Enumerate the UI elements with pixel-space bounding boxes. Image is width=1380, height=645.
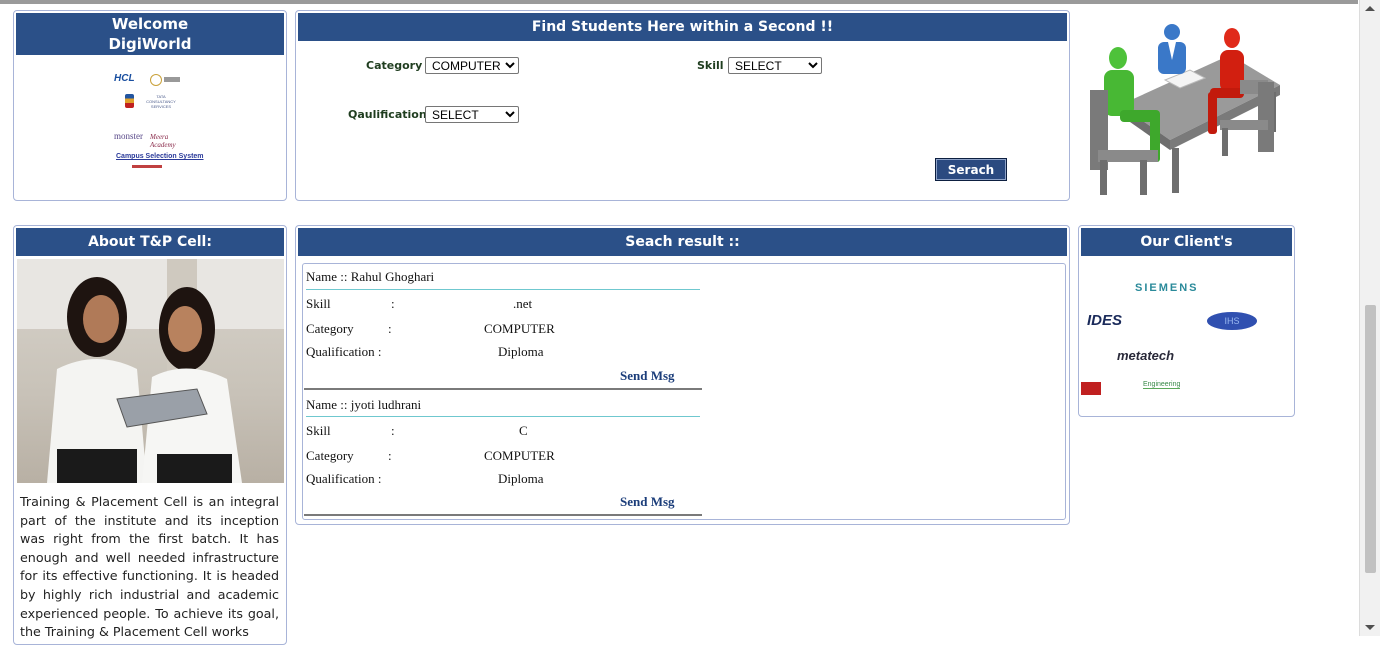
result-separator: [304, 388, 702, 390]
scroll-down-icon[interactable]: [1365, 625, 1375, 630]
welcome-title: Welcome: [111, 15, 189, 33]
engineering-logo: Engineering: [1143, 381, 1181, 389]
welcome-header: Welcome DigiWorld: [16, 13, 284, 55]
qualification-label: Qualification :: [306, 344, 382, 359]
search-panel: Find Students Here within a Second !! Ca…: [295, 10, 1070, 201]
about-photo: [17, 259, 284, 483]
meeting-illustration-svg: [1090, 24, 1280, 195]
results-panel: Seach result :: Name :: Rahul Ghoghari S…: [295, 225, 1070, 525]
small-logo-icon: [164, 77, 180, 82]
campus-selection-logo: Campus Selection System: [116, 153, 204, 160]
category-label: Category :: [366, 59, 431, 72]
result-card: Name :: Rahul Ghoghari Skill : .net Cate…: [304, 269, 702, 392]
meera-academy-logo: Meera Academy: [150, 133, 176, 149]
category-value: COMPUTER: [484, 321, 555, 336]
clients-header: Our Client's: [1081, 228, 1292, 256]
results-list: Name :: Rahul Ghoghari Skill : .net Cate…: [302, 263, 1066, 520]
result-name: Name :: Rahul Ghoghari: [306, 269, 435, 284]
skill-label: Skill: [306, 296, 331, 311]
send-msg-link[interactable]: Send Msg: [620, 494, 675, 510]
about-header: About T&P Cell:: [16, 228, 284, 256]
skill-colon: :: [391, 423, 395, 438]
tcs-stripes-icon: [125, 94, 134, 108]
category-value: COMPUTER: [484, 448, 555, 463]
ides-logo: IDES: [1087, 312, 1123, 329]
two-women-photo-svg: [17, 259, 284, 483]
about-description: Training & Placement Cell is an integral…: [20, 494, 279, 640]
category-label: Category: [306, 321, 354, 336]
qualification-value: Diploma: [498, 471, 544, 486]
qualification-value: Diploma: [498, 344, 544, 359]
name-underline: [306, 416, 700, 417]
campus-tagline-icon: [132, 165, 162, 168]
skill-select[interactable]: SELECT: [728, 57, 822, 74]
result-card: Name :: jyoti ludhrani Skill : C Categor…: [304, 397, 702, 520]
qualification-label: Qualification :: [306, 471, 382, 486]
skill-label: Skill: [306, 423, 331, 438]
send-msg-link[interactable]: Send Msg: [620, 368, 675, 384]
hcl-logo: HCL: [114, 73, 135, 84]
result-separator: [304, 514, 702, 516]
browser-top-edge: [0, 0, 1358, 4]
qualification-select[interactable]: SELECT: [425, 106, 519, 123]
ihs-logo: IHS: [1207, 312, 1257, 330]
clients-logos: SIEMENS IDES IHS metatech Engineering: [1081, 266, 1292, 406]
category-colon: :: [388, 321, 392, 336]
metatech-logo: metatech: [1117, 348, 1175, 363]
skill-value: C: [519, 423, 528, 438]
skill-value: .net: [513, 296, 533, 311]
category-colon: :: [388, 448, 392, 463]
scroll-up-icon[interactable]: [1365, 6, 1375, 11]
circle-logo-icon: [150, 74, 162, 86]
page-scrollbar[interactable]: [1359, 0, 1380, 636]
skill-label: Skill :: [697, 59, 732, 72]
partner-logos-collage: HCL TATA CONSULTANCY SERVICES monster Me…: [112, 71, 204, 175]
skill-colon: :: [391, 296, 395, 311]
name-underline: [306, 289, 700, 290]
category-label: Category: [306, 448, 354, 463]
search-button[interactable]: Serach: [935, 158, 1007, 181]
monster-logo: monster: [114, 131, 143, 141]
results-header: Seach result ::: [298, 228, 1067, 256]
tcs-logo: TATA CONSULTANCY SERVICES: [146, 94, 176, 109]
meeting-illustration: [1080, 10, 1292, 200]
clients-panel: Our Client's SIEMENS IDES IHS metatech E…: [1078, 225, 1295, 417]
red-logo-icon: [1081, 382, 1101, 395]
siemens-logo: SIEMENS: [1135, 282, 1199, 294]
result-name: Name :: jyoti ludhrani: [306, 397, 422, 412]
qualification-label: Qaulification :: [348, 108, 435, 121]
about-panel: About T&P Cell: Training & Placement Cel…: [13, 225, 287, 645]
search-header: Find Students Here within a Second !!: [298, 13, 1067, 41]
welcome-panel: Welcome DigiWorld HCL TATA CONSULTANCY S…: [13, 10, 287, 201]
welcome-subtitle: DigiWorld: [108, 35, 192, 53]
category-select[interactable]: COMPUTER: [425, 57, 519, 74]
scrollbar-thumb[interactable]: [1365, 305, 1376, 573]
